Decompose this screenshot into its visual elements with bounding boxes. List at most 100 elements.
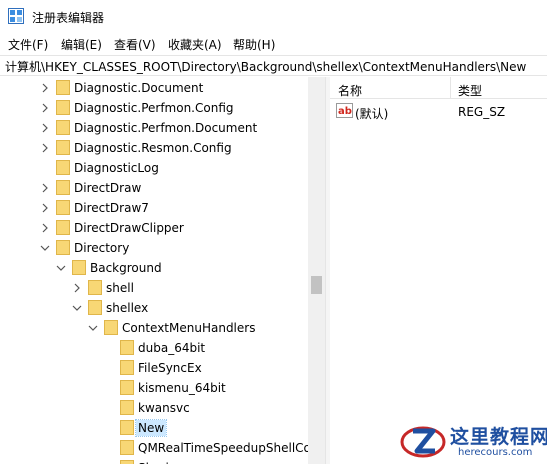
title-bar: 注册表编辑器 bbox=[0, 0, 547, 33]
tree-item[interactable]: Diagnostic.Document bbox=[0, 78, 308, 98]
folder-icon bbox=[72, 260, 86, 275]
menu-edit[interactable]: 编辑(E) bbox=[61, 36, 102, 53]
tree-item[interactable]: Diagnostic.Perfmon.Document bbox=[0, 118, 308, 138]
folder-icon bbox=[56, 120, 70, 135]
folder-icon bbox=[120, 340, 134, 355]
tree-item-label: DiagnosticLog bbox=[74, 161, 159, 175]
watermark-url: herecours.com bbox=[458, 447, 533, 458]
tree-item-label: ContextMenuHandlers bbox=[122, 321, 256, 335]
value-row[interactable]: ab (默认) REG_SZ bbox=[330, 102, 547, 122]
folder-icon bbox=[56, 140, 70, 155]
folder-icon bbox=[56, 80, 70, 95]
folder-icon bbox=[56, 200, 70, 215]
menu-favorites[interactable]: 收藏夹(A) bbox=[168, 36, 222, 53]
list-header: 名称 类型 bbox=[330, 77, 547, 99]
folder-icon bbox=[120, 440, 134, 455]
tree-item[interactable]: Directory bbox=[0, 238, 308, 258]
tree-item-label: Sharing bbox=[136, 460, 186, 464]
site-watermark: 这里教程网 herecours.com bbox=[398, 418, 547, 464]
values-list: 名称 类型 ab (默认) REG_SZ bbox=[330, 77, 547, 464]
tree-item-label: Background bbox=[90, 261, 162, 275]
svg-text:ab: ab bbox=[338, 106, 352, 117]
column-divider[interactable] bbox=[450, 77, 451, 99]
folder-icon bbox=[56, 100, 70, 115]
tree-item[interactable]: duba_64bit bbox=[0, 338, 308, 358]
address-path[interactable]: 计算机\HKEY_CLASSES_ROOT\Directory\Backgrou… bbox=[5, 58, 526, 75]
regedit-app-icon bbox=[8, 8, 24, 24]
column-name-header[interactable]: 名称 bbox=[338, 82, 362, 99]
tree-item[interactable]: DirectDrawClipper bbox=[0, 218, 308, 238]
folder-icon bbox=[120, 360, 134, 375]
window-title: 注册表编辑器 bbox=[32, 11, 105, 25]
chevron-down-icon[interactable] bbox=[40, 243, 50, 253]
menu-view[interactable]: 查看(V) bbox=[114, 36, 156, 53]
address-bar[interactable]: 计算机\HKEY_CLASSES_ROOT\Directory\Backgrou… bbox=[0, 55, 547, 76]
scrollbar-thumb[interactable] bbox=[311, 276, 322, 294]
chevron-right-icon[interactable] bbox=[72, 283, 82, 293]
tree-item[interactable]: DirectDraw7 bbox=[0, 198, 308, 218]
tree-item[interactable]: Diagnostic.Resmon.Config bbox=[0, 138, 308, 158]
menu-bar: 文件(F) 编辑(E) 查看(V) 收藏夹(A) 帮助(H) bbox=[0, 33, 547, 54]
tree-item[interactable]: QMRealTimeSpeedupShellCo bbox=[0, 438, 311, 458]
tree-item[interactable]: shell bbox=[0, 278, 308, 298]
folder-icon bbox=[88, 280, 102, 295]
tree-item-label: FileSyncEx bbox=[138, 361, 202, 375]
tree-scrollbar[interactable] bbox=[308, 77, 325, 464]
tree-item-label: Diagnostic.Resmon.Config bbox=[74, 141, 232, 155]
tree-item[interactable]: DirectDraw bbox=[0, 178, 308, 198]
tree-item-label: kwansvc bbox=[138, 401, 190, 415]
folder-icon bbox=[56, 180, 70, 195]
tree-item-label: shellex bbox=[106, 301, 149, 315]
tree-item[interactable]: kismenu_64bit bbox=[0, 378, 308, 398]
tree-item-label: duba_64bit bbox=[138, 341, 206, 355]
menu-help[interactable]: 帮助(H) bbox=[233, 36, 275, 53]
chevron-right-icon[interactable] bbox=[40, 183, 50, 193]
value-type: REG_SZ bbox=[458, 105, 506, 119]
tree-item-label: Directory bbox=[74, 241, 130, 255]
column-type-header[interactable]: 类型 bbox=[458, 82, 482, 99]
chevron-right-icon[interactable] bbox=[40, 143, 50, 153]
chevron-down-icon[interactable] bbox=[88, 323, 98, 333]
tree-item-label: Diagnostic.Perfmon.Config bbox=[74, 101, 234, 115]
tree-item-label: shell bbox=[106, 281, 134, 295]
tree-item[interactable]: DiagnosticLog bbox=[0, 158, 308, 178]
tree-item[interactable]: FileSyncEx bbox=[0, 358, 308, 378]
registry-tree[interactable]: Diagnostic.Document Diagnostic.Perfmon.Co… bbox=[0, 77, 325, 464]
menu-file[interactable]: 文件(F) bbox=[8, 36, 48, 53]
tree-item[interactable]: kwansvc bbox=[0, 398, 308, 418]
tree-item-label: New bbox=[134, 419, 168, 437]
watermark-logo bbox=[400, 426, 446, 458]
tree-item[interactable]: Diagnostic.Perfmon.Config bbox=[0, 98, 308, 118]
folder-icon bbox=[104, 320, 118, 335]
chevron-right-icon[interactable] bbox=[40, 123, 50, 133]
watermark-title: 这里教程网 bbox=[450, 426, 547, 448]
tree-item-label: DirectDraw bbox=[74, 181, 142, 195]
folder-icon bbox=[120, 380, 134, 395]
folder-icon bbox=[120, 460, 134, 464]
chevron-down-icon[interactable] bbox=[56, 263, 66, 273]
folder-icon bbox=[56, 240, 70, 255]
folder-icon bbox=[56, 220, 70, 235]
folder-icon bbox=[56, 160, 70, 175]
chevron-down-icon[interactable] bbox=[72, 303, 82, 313]
tree-item-label: QMRealTimeSpeedupShellCo bbox=[138, 441, 311, 455]
folder-icon bbox=[120, 400, 134, 415]
tree-item-label: DirectDrawClipper bbox=[74, 221, 184, 235]
tree-item-label: DirectDraw7 bbox=[74, 201, 149, 215]
tree-item[interactable]: shellex bbox=[0, 298, 308, 318]
tree-item[interactable]: Sharing bbox=[0, 458, 308, 464]
chevron-right-icon[interactable] bbox=[40, 223, 50, 233]
chevron-right-icon[interactable] bbox=[40, 203, 50, 213]
string-value-icon: ab bbox=[336, 103, 353, 118]
folder-icon bbox=[88, 300, 102, 315]
chevron-right-icon[interactable] bbox=[40, 83, 50, 93]
tree-item[interactable]: ContextMenuHandlers bbox=[0, 318, 308, 338]
tree-item[interactable]: New bbox=[0, 418, 308, 438]
folder-icon bbox=[120, 420, 134, 435]
chevron-right-icon[interactable] bbox=[40, 103, 50, 113]
value-name: (默认) bbox=[355, 107, 389, 121]
tree-item-label: kismenu_64bit bbox=[138, 381, 226, 395]
tree-item-label: Diagnostic.Document bbox=[74, 81, 204, 95]
tree-item-label: Diagnostic.Perfmon.Document bbox=[74, 121, 258, 135]
tree-item[interactable]: Background bbox=[0, 258, 308, 278]
